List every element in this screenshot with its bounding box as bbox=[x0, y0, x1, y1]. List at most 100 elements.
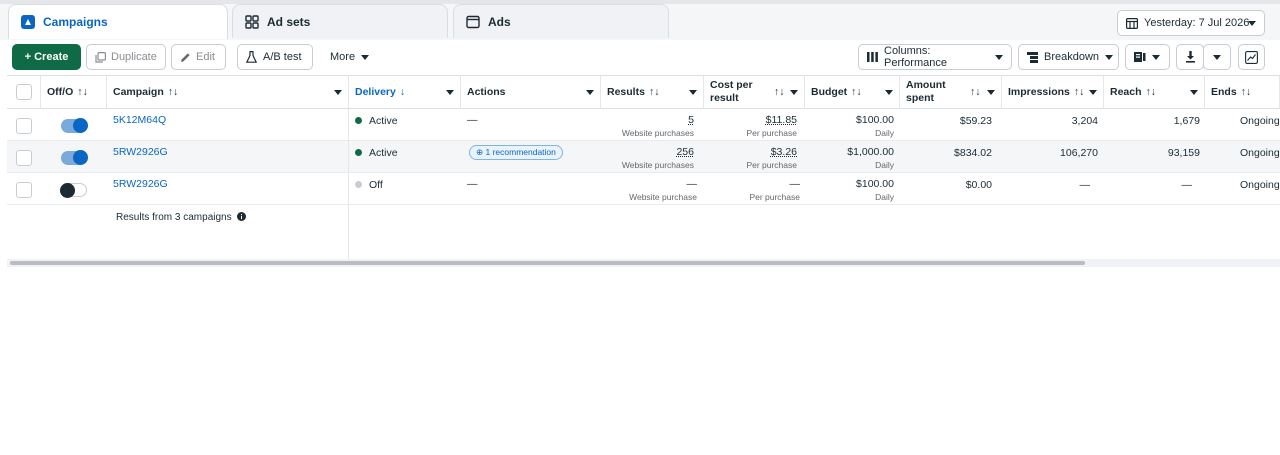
campaign-name-link[interactable]: 5RW2926G bbox=[113, 178, 168, 210]
campaign-toggle[interactable] bbox=[61, 118, 88, 133]
sort-icon: ↑↓ bbox=[1240, 86, 1252, 98]
horizontal-scrollbar-thumb[interactable] bbox=[10, 261, 1085, 265]
header-results-label: Results bbox=[607, 86, 645, 98]
row-checkbox[interactable] bbox=[16, 118, 32, 134]
tab-ads[interactable]: Ads bbox=[453, 4, 669, 38]
select-all-checkbox[interactable] bbox=[16, 84, 32, 100]
results-sub: Website purchases bbox=[621, 160, 694, 170]
reach-cell: — bbox=[1181, 179, 1193, 191]
reports-icon bbox=[1134, 51, 1146, 63]
tab-ad-sets-label: Ad sets bbox=[267, 14, 311, 29]
create-button[interactable]: + Create bbox=[12, 44, 81, 70]
delivery-status: Off bbox=[355, 179, 383, 211]
sort-icon: ↑↓ bbox=[774, 86, 785, 98]
row-checkbox[interactable] bbox=[16, 182, 32, 198]
more-menu-button[interactable]: More bbox=[322, 44, 378, 70]
ab-test-button-label: A/B test bbox=[263, 51, 302, 63]
results-sub: Website purchases bbox=[621, 128, 694, 138]
header-cost-label: Cost per result bbox=[710, 79, 753, 104]
charts-button[interactable] bbox=[1238, 44, 1265, 70]
export-button[interactable] bbox=[1176, 44, 1204, 70]
budget-value: $1,000.00 bbox=[847, 146, 894, 158]
sort-desc-icon: ↓ bbox=[399, 86, 406, 98]
header-off-on-label: Off/O bbox=[47, 86, 74, 98]
row-checkbox[interactable] bbox=[16, 150, 32, 166]
cost-value: — bbox=[789, 178, 801, 190]
header-amount-spent[interactable]: Amount spent ↑↓ bbox=[900, 76, 1002, 109]
header-delivery[interactable]: Delivery ↓ bbox=[349, 76, 461, 109]
table-row[interactable]: 5RW2926G Off — — Website purchase — Per pu… bbox=[7, 173, 1280, 205]
breakdown-button[interactable]: Breakdown bbox=[1018, 44, 1119, 70]
cost-value: $11.85 bbox=[765, 114, 797, 126]
pencil-icon bbox=[180, 52, 191, 63]
chevron-down-icon bbox=[995, 54, 1003, 60]
sort-icon: ↑↓ bbox=[970, 86, 981, 98]
ends-cell: Ongoing bbox=[1240, 179, 1280, 191]
table-row[interactable]: 5RW2926G Active ⊕ 1 recommendation 256 We… bbox=[7, 141, 1280, 173]
reports-button[interactable] bbox=[1125, 44, 1170, 70]
header-results[interactable]: Results ↑↓ bbox=[601, 76, 704, 109]
header-actions[interactable]: Actions bbox=[461, 76, 601, 109]
header-cost-per-result[interactable]: Cost per result ↑↓ bbox=[704, 76, 805, 109]
create-button-label: + Create bbox=[24, 51, 69, 63]
edit-button-label: Edit bbox=[196, 51, 215, 63]
info-icon[interactable] bbox=[237, 212, 247, 221]
chevron-down-icon bbox=[1213, 54, 1221, 60]
sort-icon: ↑↓ bbox=[77, 86, 88, 98]
header-ends[interactable]: Ends ↑↓ bbox=[1205, 76, 1280, 109]
impressions-cell: — bbox=[1079, 179, 1091, 191]
duplicate-button[interactable]: Duplicate bbox=[86, 44, 166, 70]
date-range-picker[interactable]: Yesterday: 7 Jul 2026 bbox=[1117, 10, 1265, 36]
chevron-down-icon bbox=[586, 90, 594, 95]
status-dot bbox=[355, 181, 362, 188]
header-select-all bbox=[7, 76, 41, 109]
duplicate-button-label: Duplicate bbox=[111, 51, 157, 63]
tab-campaigns[interactable]: Campaigns bbox=[8, 4, 228, 39]
header-impressions-label: Impressions bbox=[1008, 86, 1070, 98]
columns-button[interactable]: Columns: Performance bbox=[858, 44, 1012, 70]
results-summary: Results from 3 campaigns bbox=[116, 212, 247, 223]
results-value: 5 bbox=[688, 114, 694, 126]
tab-ad-sets[interactable]: Ad sets bbox=[232, 4, 448, 38]
sort-icon: ↑↓ bbox=[851, 86, 862, 98]
campaign-toggle[interactable] bbox=[61, 150, 88, 165]
recommendation-label: 1 recommendation bbox=[485, 147, 556, 157]
header-off-on[interactable]: Off/O ↑↓ bbox=[41, 76, 107, 109]
header-budget-label: Budget bbox=[811, 86, 848, 98]
date-range-label: Yesterday: 7 Jul 2026 bbox=[1144, 17, 1250, 29]
header-reach-label: Reach bbox=[1110, 86, 1142, 98]
more-button-label: More bbox=[330, 51, 356, 63]
campaign-toggle[interactable] bbox=[60, 183, 87, 198]
results-sub: Website purchase bbox=[629, 192, 697, 202]
chevron-down-icon bbox=[987, 90, 995, 95]
edit-button[interactable]: Edit bbox=[171, 44, 226, 70]
header-campaign[interactable]: Campaign ↑↓ bbox=[107, 76, 349, 109]
header-ends-label: Ends bbox=[1211, 86, 1237, 98]
toggle-knob bbox=[60, 183, 75, 198]
budget-sub: Daily bbox=[875, 128, 894, 138]
cost-cell: — Per purchase bbox=[704, 178, 800, 210]
tab-campaigns-label: Campaigns bbox=[43, 15, 108, 29]
recommendation-badge[interactable]: ⊕ 1 recommendation bbox=[469, 145, 563, 160]
header-budget[interactable]: Budget ↑↓ bbox=[805, 76, 900, 109]
grid-icon bbox=[245, 14, 259, 29]
sort-icon: ↑↓ bbox=[1073, 86, 1085, 98]
breakdown-button-label: Breakdown bbox=[1044, 51, 1100, 63]
sort-icon: ↑↓ bbox=[648, 86, 660, 98]
duplicate-icon bbox=[95, 51, 107, 63]
cost-value: $3.26 bbox=[770, 146, 797, 158]
results-cell: — Website purchase bbox=[601, 178, 697, 210]
flask-icon bbox=[245, 51, 258, 63]
table-row[interactable]: 5K12M64Q Active — 5 Website purchases $11… bbox=[7, 109, 1280, 141]
ab-test-button[interactable]: A/B test bbox=[237, 44, 313, 70]
campaign-icon bbox=[21, 15, 35, 29]
header-actions-label: Actions bbox=[467, 86, 506, 98]
header-delivery-label: Delivery bbox=[355, 86, 396, 98]
export-options-button[interactable] bbox=[1203, 44, 1231, 70]
budget-sub: Daily bbox=[875, 192, 894, 202]
header-impressions[interactable]: Impressions ↑↓ bbox=[1002, 76, 1104, 109]
ad-window-icon bbox=[466, 15, 480, 29]
header-reach[interactable]: Reach ↑↓ bbox=[1104, 76, 1205, 109]
results-summary-label: Results from 3 campaigns bbox=[116, 212, 232, 223]
budget-sub: Daily bbox=[875, 160, 894, 170]
